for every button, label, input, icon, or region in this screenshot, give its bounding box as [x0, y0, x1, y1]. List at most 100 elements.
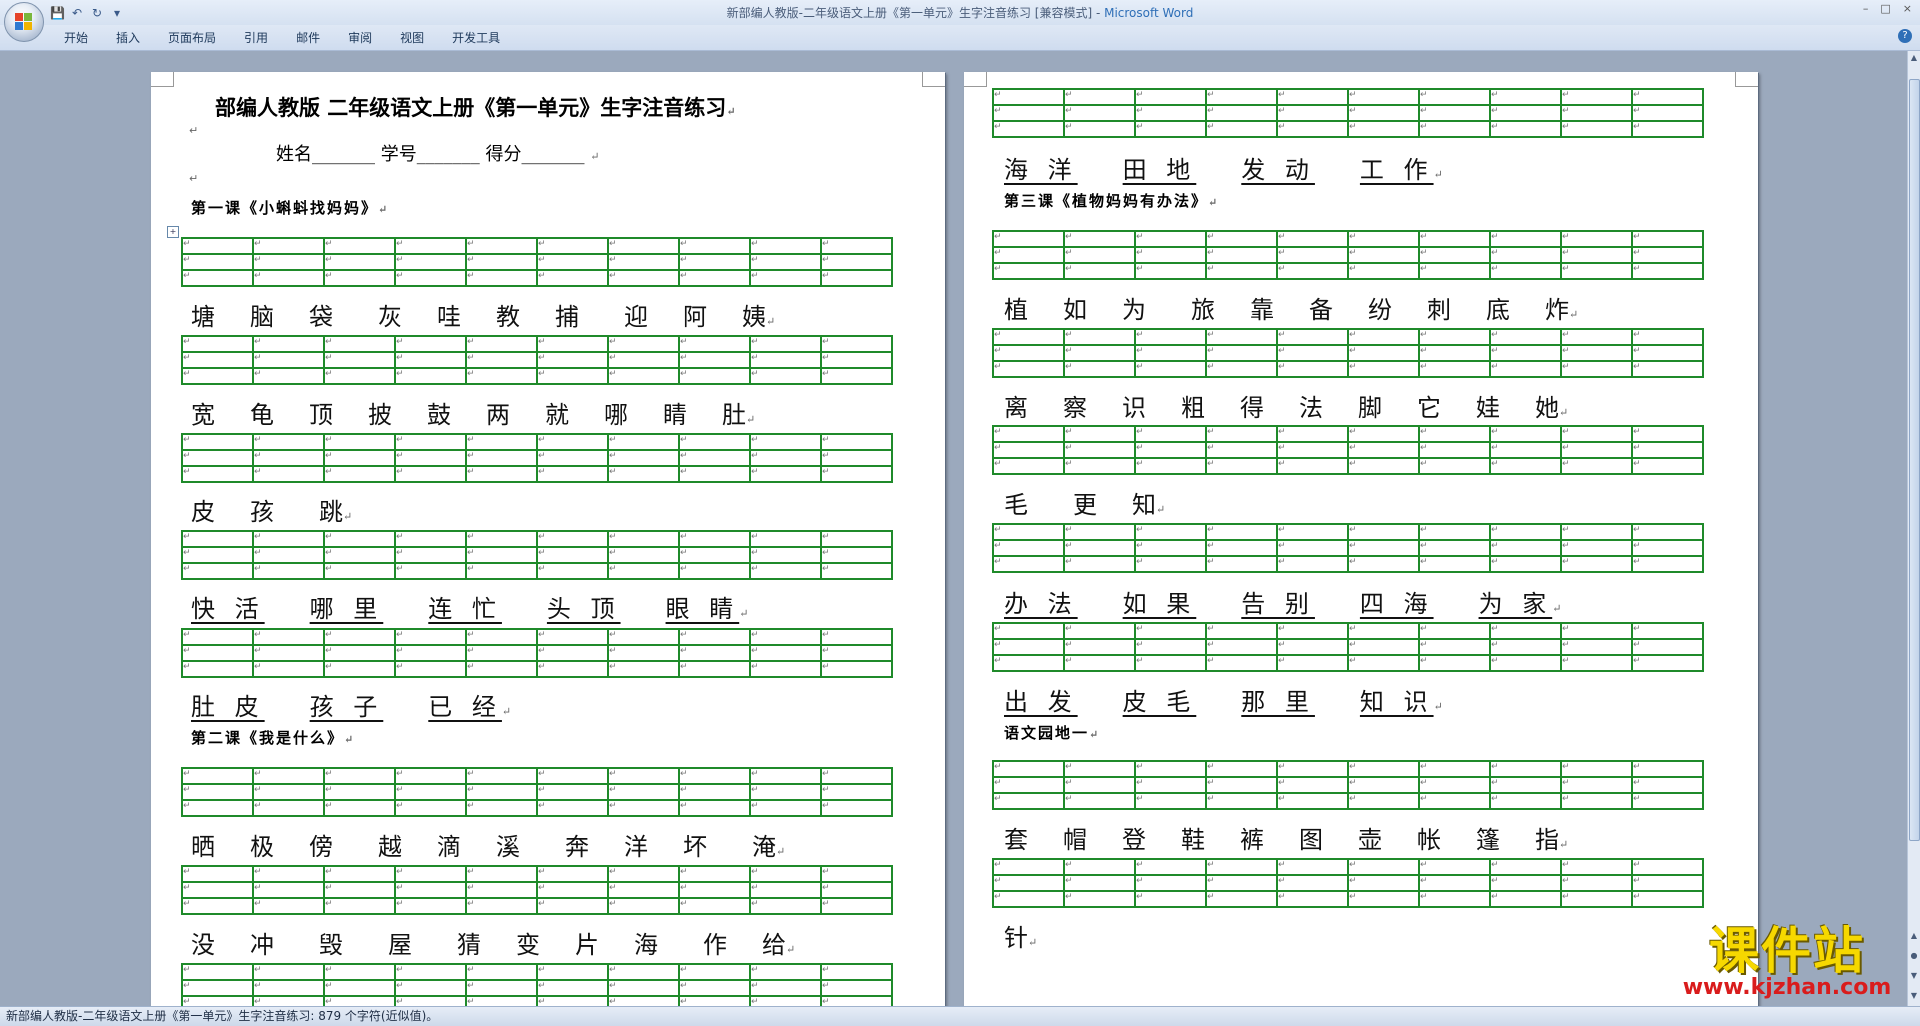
grid-cell[interactable]: ↵ [252, 253, 325, 271]
grid-cell[interactable]: ↵ [394, 367, 467, 385]
grid-cell[interactable]: ↵ [252, 660, 325, 678]
grid-cell[interactable]: ↵ [536, 449, 609, 467]
grid-cell[interactable]: ↵ [394, 530, 467, 548]
grid-cell[interactable]: ↵ [607, 783, 680, 801]
grid-cell[interactable]: ↵ [1347, 441, 1420, 459]
grid-cell[interactable]: ↵ [181, 253, 254, 271]
grid-cell[interactable]: ↵ [607, 465, 680, 483]
grid-cell[interactable]: ↵ [1347, 760, 1420, 778]
grid-cell[interactable]: ↵ [607, 335, 680, 353]
grid-cell[interactable]: ↵ [1063, 858, 1136, 876]
grid-cell[interactable]: ↵ [749, 237, 822, 255]
grid-cell[interactable]: ↵ [536, 995, 609, 1006]
grid-cell[interactable]: ↵ [820, 783, 893, 801]
grid-cell[interactable]: ↵ [323, 865, 396, 883]
grid-cell[interactable]: ↵ [749, 335, 822, 353]
grid-cell[interactable]: ↵ [1205, 262, 1278, 280]
grid-cell[interactable]: ↵ [1560, 622, 1633, 640]
grid-cell[interactable]: ↵ [323, 783, 396, 801]
grid-cell[interactable]: ↵ [465, 367, 538, 385]
grid-cell[interactable]: ↵ [1631, 457, 1704, 475]
grid-cell[interactable]: ↵ [1134, 792, 1207, 810]
grid-cell[interactable]: ↵ [252, 449, 325, 467]
grid-cell[interactable]: ↵ [607, 449, 680, 467]
grid-cell[interactable]: ↵ [323, 963, 396, 981]
grid-cell[interactable]: ↵ [749, 433, 822, 451]
grid-cell[interactable]: ↵ [465, 881, 538, 899]
grid-cell[interactable]: ↵ [820, 562, 893, 580]
grid-cell[interactable]: ↵ [536, 628, 609, 646]
grid-cell[interactable]: ↵ [749, 562, 822, 580]
grid-cell[interactable]: ↵ [678, 628, 751, 646]
grid-cell[interactable]: ↵ [678, 367, 751, 385]
grid-cell[interactable]: ↵ [465, 351, 538, 369]
grid-cell[interactable]: ↵ [536, 237, 609, 255]
pinyin-grid[interactable]: ↵ ↵ ↵ ↵ ↵ ↵ ↵ ↵ ↵ ↵ ↵ ↵ ↵ ↵ ↵ ↵ ↵ ↵ ↵ ↵ ↵ ↵ ↵ ↵ ↵ ↵ ↵ ↵ ↵ ↵ [181, 530, 893, 580]
minimize-button[interactable]: – [1863, 2, 1869, 15]
grid-cell[interactable]: ↵ [1489, 539, 1562, 557]
grid-cell[interactable]: ↵ [465, 465, 538, 483]
grid-cell[interactable]: ↵ [536, 865, 609, 883]
tab-developer[interactable]: 开发工具 [438, 29, 514, 47]
grid-cell[interactable]: ↵ [678, 799, 751, 817]
grid-cell[interactable]: ↵ [1205, 425, 1278, 443]
grid-cell[interactable]: ↵ [1063, 622, 1136, 640]
grid-cell[interactable]: ↵ [323, 335, 396, 353]
pinyin-grid[interactable]: ↵ ↵ ↵ ↵ ↵ ↵ ↵ ↵ ↵ ↵ ↵ ↵ ↵ ↵ ↵ ↵ ↵ ↵ ↵ ↵ ↵ ↵ ↵ ↵ ↵ ↵ ↵ ↵ ↵ ↵ [181, 963, 893, 1006]
close-button[interactable]: × [1903, 2, 1912, 15]
grid-cell[interactable]: ↵ [181, 995, 254, 1006]
grid-cell[interactable]: ↵ [1489, 246, 1562, 264]
grid-cell[interactable]: ↵ [1276, 555, 1349, 573]
grid-cell[interactable]: ↵ [465, 269, 538, 287]
grid-cell[interactable]: ↵ [1418, 638, 1491, 656]
grid-cell[interactable]: ↵ [394, 335, 467, 353]
grid-cell[interactable]: ↵ [323, 799, 396, 817]
grid-cell[interactable]: ↵ [536, 335, 609, 353]
grid-cell[interactable]: ↵ [1347, 328, 1420, 346]
grid-cell[interactable]: ↵ [465, 963, 538, 981]
grid-cell[interactable]: ↵ [1276, 246, 1349, 264]
grid-cell[interactable]: ↵ [678, 979, 751, 997]
grid-cell[interactable]: ↵ [181, 546, 254, 564]
grid-cell[interactable]: ↵ [1489, 776, 1562, 794]
grid-cell[interactable]: ↵ [1063, 890, 1136, 908]
grid-cell[interactable]: ↵ [992, 441, 1065, 459]
grid-cell[interactable]: ↵ [394, 897, 467, 915]
grid-cell[interactable]: ↵ [1347, 246, 1420, 264]
prev-page-icon[interactable]: ▲ [1909, 931, 1919, 941]
pinyin-grid[interactable]: ↵ ↵ ↵ ↵ ↵ ↵ ↵ ↵ ↵ ↵ ↵ ↵ ↵ ↵ ↵ ↵ ↵ ↵ ↵ ↵ ↵ ↵ ↵ ↵ ↵ ↵ ↵ ↵ ↵ ↵ [181, 767, 893, 817]
grid-cell[interactable]: ↵ [181, 979, 254, 997]
grid-cell[interactable]: ↵ [678, 783, 751, 801]
grid-cell[interactable]: ↵ [181, 767, 254, 785]
pinyin-grid[interactable]: ↵ ↵ ↵ ↵ ↵ ↵ ↵ ↵ ↵ ↵ ↵ ↵ ↵ ↵ ↵ ↵ ↵ ↵ ↵ ↵ ↵ ↵ ↵ ↵ ↵ ↵ ↵ ↵ ↵ ↵ [992, 88, 1704, 138]
grid-cell[interactable]: ↵ [992, 622, 1065, 640]
grid-cell[interactable]: ↵ [465, 335, 538, 353]
grid-cell[interactable]: ↵ [465, 660, 538, 678]
grid-cell[interactable]: ↵ [1134, 654, 1207, 672]
grid-cell[interactable]: ↵ [1276, 654, 1349, 672]
grid-cell[interactable]: ↵ [1347, 104, 1420, 122]
pinyin-grid[interactable]: ↵ ↵ ↵ ↵ ↵ ↵ ↵ ↵ ↵ ↵ ↵ ↵ ↵ ↵ ↵ ↵ ↵ ↵ ↵ ↵ ↵ ↵ ↵ ↵ ↵ ↵ ↵ ↵ ↵ ↵ [992, 760, 1704, 810]
grid-cell[interactable]: ↵ [1560, 654, 1633, 672]
grid-cell[interactable]: ↵ [607, 351, 680, 369]
grid-cell[interactable]: ↵ [394, 269, 467, 287]
grid-cell[interactable]: ↵ [536, 351, 609, 369]
grid-cell[interactable]: ↵ [323, 465, 396, 483]
grid-cell[interactable]: ↵ [1347, 539, 1420, 557]
grid-cell[interactable]: ↵ [1134, 360, 1207, 378]
grid-cell[interactable]: ↵ [992, 457, 1065, 475]
grid-cell[interactable]: ↵ [1205, 890, 1278, 908]
grid-cell[interactable]: ↵ [181, 660, 254, 678]
grid-cell[interactable]: ↵ [465, 783, 538, 801]
grid-cell[interactable]: ↵ [678, 465, 751, 483]
grid-cell[interactable]: ↵ [1347, 858, 1420, 876]
grid-cell[interactable]: ↵ [465, 546, 538, 564]
grid-cell[interactable]: ↵ [678, 253, 751, 271]
next-page-icon[interactable]: ▼ [1909, 971, 1919, 981]
grid-cell[interactable]: ↵ [1347, 638, 1420, 656]
grid-cell[interactable]: ↵ [678, 767, 751, 785]
grid-cell[interactable]: ↵ [1063, 88, 1136, 106]
grid-cell[interactable]: ↵ [1560, 555, 1633, 573]
grid-cell[interactable]: ↵ [1205, 622, 1278, 640]
grid-cell[interactable]: ↵ [1063, 230, 1136, 248]
